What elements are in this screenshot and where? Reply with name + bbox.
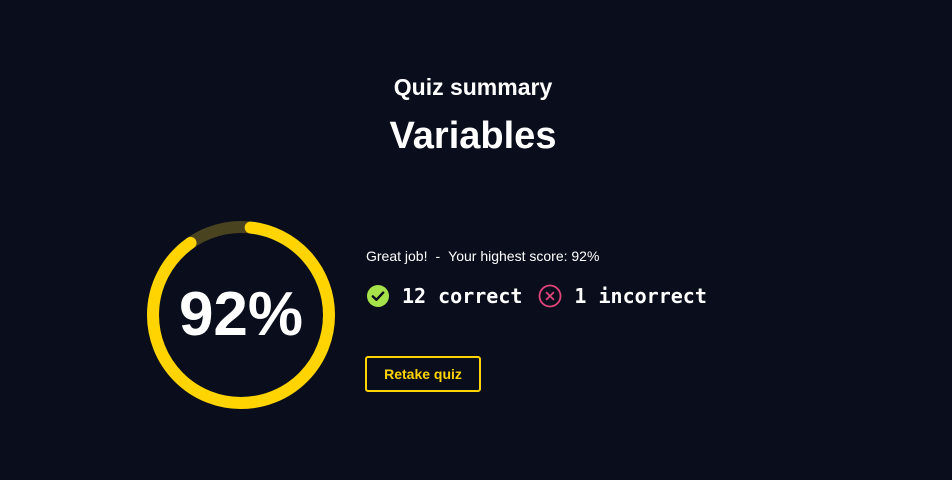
correct-count: 12 correct [402,284,523,308]
result-message: Great job! [366,248,428,264]
highest-score: Your highest score: 92% [448,248,600,264]
score-ring: 92% [143,217,339,413]
quiz-heading: Quiz summary Variables [0,72,952,162]
result-summary: Great job! - Your highest score: 92% 12 co… [366,246,707,309]
score-percent: 92% [178,280,304,349]
check-circle-icon [366,284,390,308]
incorrect-count: 1 incorrect [574,284,707,308]
answer-counts: 12 correct 1 incorrect [366,283,707,309]
quiz-summary-subtitle: Quiz summary [393,74,553,100]
result-separator: - [435,248,441,264]
retake-quiz-button[interactable]: Retake quiz [365,356,481,392]
result-message-line: Great job! - Your highest score: 92% [366,246,707,266]
quiz-title: Variables [389,115,557,157]
x-circle-icon [538,284,562,308]
